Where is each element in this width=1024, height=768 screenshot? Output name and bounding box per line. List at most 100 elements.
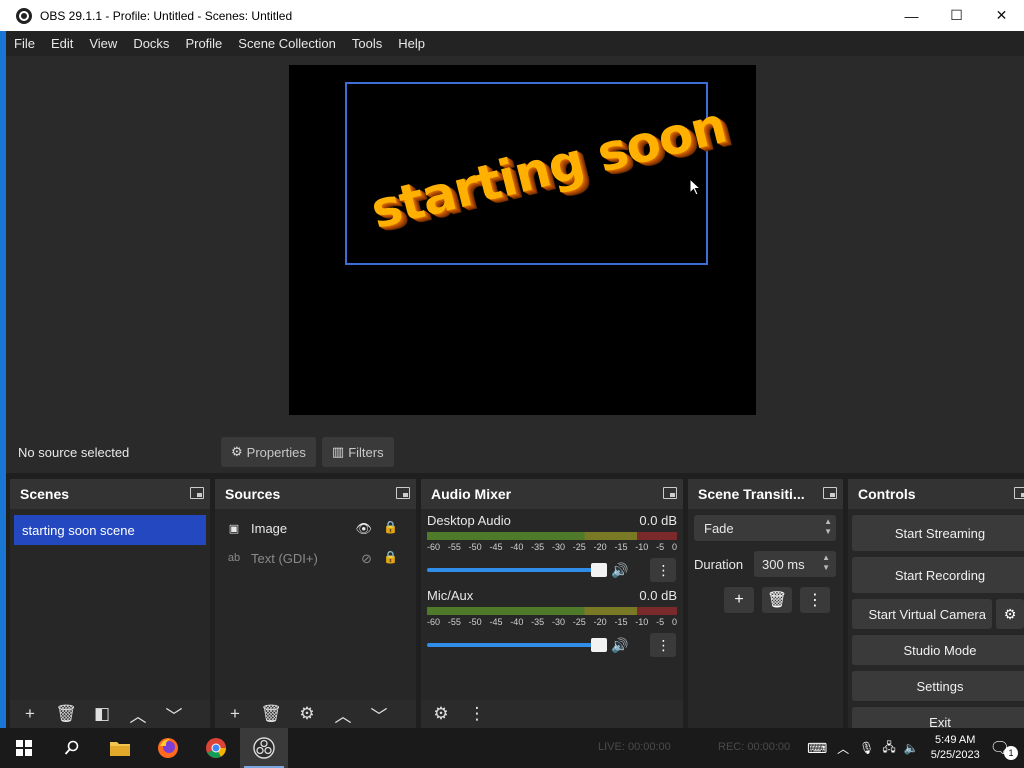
chrome-icon[interactable] xyxy=(192,728,240,768)
channel-level: 0.0 dB xyxy=(639,588,677,603)
chevron-up-icon[interactable]: ︿ xyxy=(837,740,849,757)
preview-area: starting soon xyxy=(6,56,1024,431)
firefox-icon[interactable] xyxy=(144,728,192,768)
source-item[interactable]: ▣ Image 👁 🔒 xyxy=(215,513,416,543)
scenes-dock: Scenes starting soon scene + 🗑 ◧ ︿ ﹀ xyxy=(10,479,210,728)
start-virtual-camera-button[interactable]: Start Virtual Camera xyxy=(852,599,992,629)
scene-item[interactable]: starting soon scene xyxy=(14,515,206,545)
transition-select[interactable]: Fade ▲ ▼ xyxy=(694,515,836,541)
chevron-down-icon[interactable]: ﹀ xyxy=(367,703,391,726)
studio-mode-button[interactable]: Studio Mode xyxy=(852,635,1024,665)
settings-button[interactable]: Settings xyxy=(852,671,1024,701)
more-options-button[interactable]: ⋮ xyxy=(650,558,677,582)
volume-slider-handle[interactable] xyxy=(591,563,607,577)
advanced-audio-gear-icon[interactable]: ⚙ xyxy=(429,703,453,725)
search-icon[interactable] xyxy=(48,728,96,768)
trash-icon[interactable]: 🗑 xyxy=(259,703,283,725)
clock-date: 5/25/2023 xyxy=(930,749,980,761)
mouse-cursor-icon xyxy=(689,178,701,196)
volume-slider-handle[interactable] xyxy=(591,638,607,652)
notification-count: 1 xyxy=(1004,746,1018,760)
menu-docks[interactable]: Docks xyxy=(125,36,177,51)
undock-icon[interactable] xyxy=(823,487,837,499)
sources-footer: + 🗑 ⚙ ︿ ﹀ xyxy=(215,700,416,728)
scene-transitions-dock: Scene Transiti... Fade ▲ ▼ Duration 300 m… xyxy=(688,479,843,728)
live-status: LIVE: 00:00:00 xyxy=(598,741,671,753)
maximize-button[interactable]: ☐ xyxy=(934,0,979,31)
audio-channel: Desktop Audio 0.0 dB -60 -55 -50 -45 -40 -35-… xyxy=(421,509,683,584)
chevron-down-icon[interactable]: ﹀ xyxy=(162,703,186,726)
volume-slider[interactable] xyxy=(427,638,607,652)
undock-icon[interactable] xyxy=(1014,487,1024,499)
filters-label: Filters xyxy=(348,444,384,460)
obs-taskbar-icon[interactable] xyxy=(240,728,288,768)
microphone-icon[interactable]: 🎙 xyxy=(859,741,874,755)
source-selection-box[interactable]: starting soon xyxy=(345,82,732,265)
minimize-button[interactable]: — xyxy=(889,0,934,31)
duration-input[interactable]: 300 ms ▲ ▼ xyxy=(754,551,836,577)
text-icon: ab xyxy=(227,552,241,564)
gear-icon[interactable]: ⚙ xyxy=(996,599,1024,629)
menu-profile[interactable]: Profile xyxy=(177,36,230,51)
sources-dock-title: Sources xyxy=(225,486,281,502)
clock[interactable]: 5:49 AM 5/25/2023 xyxy=(931,733,980,763)
undock-icon[interactable] xyxy=(396,487,410,499)
gear-icon[interactable]: ⚙ xyxy=(295,703,319,725)
start-button[interactable] xyxy=(0,728,48,768)
add-icon[interactable]: + xyxy=(223,703,247,725)
keyboard-icon[interactable]: ⌨ xyxy=(807,740,827,757)
add-transition-button[interactable]: + xyxy=(724,587,754,613)
add-icon[interactable]: + xyxy=(18,703,42,725)
audio-mixer-dock-title: Audio Mixer xyxy=(431,486,512,502)
menu-view[interactable]: View xyxy=(81,36,125,51)
menu-edit[interactable]: Edit xyxy=(43,36,81,51)
speaker-icon[interactable]: 🔊 xyxy=(611,562,628,579)
volume-slider[interactable] xyxy=(427,563,607,577)
menu-file[interactable]: File xyxy=(6,36,43,51)
menu-scene-collection[interactable]: Scene Collection xyxy=(230,36,344,51)
title-bar: OBS 29.1.1 - Profile: Untitled - Scenes:… xyxy=(0,0,1024,31)
speaker-icon[interactable]: 🔊 xyxy=(611,637,628,654)
sources-dock: Sources ▣ Image 👁 🔒 ab Text (GDI+) ⊘ 🔒 +… xyxy=(215,479,416,728)
file-explorer-icon[interactable] xyxy=(96,728,144,768)
spin-arrows-icon[interactable]: ▲ ▼ xyxy=(822,553,830,573)
chevron-up-icon[interactable]: ︿ xyxy=(331,703,355,726)
start-streaming-button[interactable]: Start Streaming xyxy=(852,515,1024,551)
source-status-label: No source selected xyxy=(18,444,130,460)
audio-mixer-dock: Audio Mixer Desktop Audio 0.0 dB -60 -55-… xyxy=(421,479,683,728)
properties-button[interactable]: ⚙ Properties xyxy=(221,437,316,467)
preview-canvas[interactable]: starting soon xyxy=(289,65,756,415)
eye-icon[interactable]: 👁 xyxy=(355,521,372,537)
more-options-icon[interactable]: ⋮ xyxy=(465,703,489,725)
source-toolbar: No source selected ⚙ Properties ▥ Filter… xyxy=(6,431,1024,473)
menu-bar: File Edit View Docks Profile Scene Colle… xyxy=(6,31,1024,56)
network-icon[interactable]: 🖧 xyxy=(882,738,895,759)
menu-tools[interactable]: Tools xyxy=(344,36,390,51)
meter-ticks: -60 -55 -50 -45 -40 -35 -30 -25 -20 -15 -10 -5 0 xyxy=(427,617,677,627)
scene-filter-icon[interactable]: ◧ xyxy=(90,703,114,725)
chevron-up-icon[interactable]: ︿ xyxy=(126,703,150,726)
undock-icon[interactable] xyxy=(663,487,677,499)
sources-list: ▣ Image 👁 🔒 ab Text (GDI+) ⊘ 🔒 xyxy=(215,509,416,700)
windows-taskbar: LIVE: 00:00:00 REC: 00:00:00 ⌨ ︿ 🎙 🖧 🔈 5… xyxy=(0,728,1024,768)
transition-properties-button[interactable]: ⋮ xyxy=(800,587,830,613)
lock-icon[interactable]: 🔒 xyxy=(383,550,398,564)
filters-button[interactable]: ▥ Filters xyxy=(321,437,394,467)
source-item[interactable]: ab Text (GDI+) ⊘ 🔒 xyxy=(215,543,416,573)
start-recording-button[interactable]: Start Recording xyxy=(852,557,1024,593)
speaker-icon[interactable]: 🔈 xyxy=(904,741,919,755)
more-options-button[interactable]: ⋮ xyxy=(650,633,677,657)
notifications-icon[interactable]: 🗨 1 xyxy=(990,738,1018,760)
trash-icon[interactable]: 🗑 xyxy=(54,703,78,725)
undock-icon[interactable] xyxy=(190,487,204,499)
remove-transition-button[interactable]: 🗑 xyxy=(762,587,792,613)
volume-meter xyxy=(427,532,677,540)
eye-hidden-icon[interactable]: ⊘ xyxy=(361,551,372,567)
close-button[interactable]: ✕ xyxy=(979,0,1024,31)
sources-dock-header: Sources xyxy=(215,479,416,509)
lock-icon[interactable]: 🔒 xyxy=(383,520,398,534)
transition-select-value: Fade xyxy=(704,520,734,536)
image-icon: ▣ xyxy=(228,522,240,535)
properties-label: Properties xyxy=(246,444,306,460)
menu-help[interactable]: Help xyxy=(390,36,433,51)
